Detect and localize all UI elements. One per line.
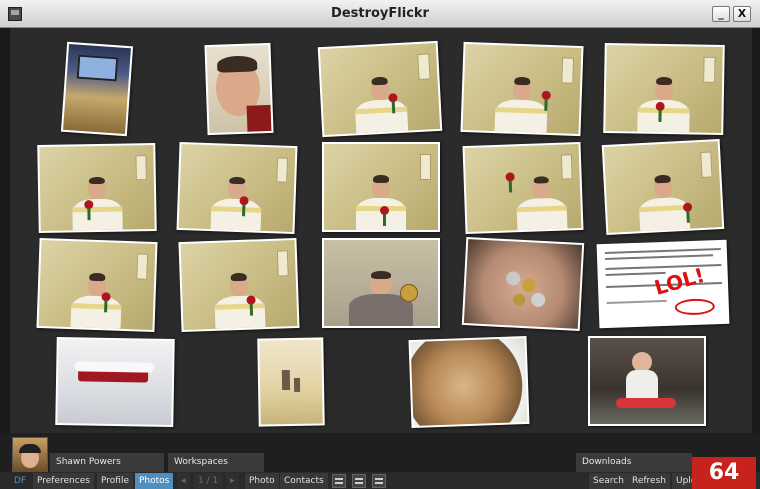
photo-thumbnail[interactable] bbox=[461, 236, 585, 332]
photo-thumbnail[interactable] bbox=[176, 141, 298, 235]
close-button[interactable]: X bbox=[733, 6, 751, 22]
handwritten-lol: LOL! bbox=[651, 262, 708, 300]
photo-thumbnail[interactable] bbox=[37, 142, 157, 234]
layout-stack-icon[interactable] bbox=[372, 474, 386, 488]
user-name-tab[interactable]: Shawn Powers bbox=[50, 453, 164, 472]
photo-thumbnail[interactable] bbox=[36, 237, 158, 333]
photo-thumbnail[interactable] bbox=[462, 141, 584, 235]
photo-thumbnail[interactable] bbox=[322, 238, 440, 328]
window-title: DestroyFlickr bbox=[331, 6, 429, 21]
page-indicator: 1 / 1 bbox=[194, 473, 223, 489]
layout-list-icon[interactable] bbox=[352, 474, 366, 488]
preferences-button[interactable]: Preferences bbox=[33, 473, 94, 489]
photo-thumbnail[interactable] bbox=[317, 40, 443, 138]
photos-tab[interactable]: Photos bbox=[135, 473, 174, 489]
photo-thumbnail[interactable] bbox=[460, 41, 584, 137]
photo-thumbnail[interactable] bbox=[257, 337, 325, 427]
previous-page-button[interactable]: ◂ bbox=[177, 473, 190, 489]
photo-thumbnail[interactable] bbox=[55, 336, 175, 428]
workspaces-tab[interactable]: Workspaces bbox=[168, 453, 264, 472]
photo-thumbnail[interactable] bbox=[322, 142, 440, 232]
photo-thumbnail[interactable] bbox=[408, 335, 530, 429]
next-page-button[interactable]: ▸ bbox=[226, 473, 239, 489]
photo-thumbnail[interactable] bbox=[588, 336, 706, 426]
photo-thumbnail[interactable] bbox=[603, 42, 725, 136]
search-button[interactable]: Search bbox=[589, 473, 628, 489]
contacts-button[interactable]: Contacts bbox=[280, 473, 328, 489]
layout-grid-icon[interactable] bbox=[332, 474, 346, 488]
minimize-button[interactable]: _ bbox=[712, 6, 730, 22]
photo-thumbnail[interactable]: LOL! bbox=[596, 239, 730, 329]
photo-button[interactable]: Photo bbox=[245, 473, 279, 489]
photo-thumbnail[interactable] bbox=[178, 237, 300, 333]
refresh-button[interactable]: Refresh bbox=[628, 473, 670, 489]
profile-button[interactable]: Profile bbox=[97, 473, 133, 489]
user-avatar[interactable] bbox=[12, 437, 48, 473]
window-titlebar: DestroyFlickr _ X bbox=[0, 0, 760, 28]
photo-thumbnail[interactable] bbox=[601, 138, 725, 236]
photo-canvas: LOL! bbox=[10, 28, 752, 453]
photo-thumbnail[interactable] bbox=[204, 42, 274, 136]
page-number-badge: 64 bbox=[692, 457, 756, 489]
downloads-tab[interactable]: Downloads bbox=[576, 453, 692, 472]
photo-thumbnail[interactable] bbox=[60, 41, 134, 137]
df-logo[interactable]: DF bbox=[10, 473, 31, 489]
